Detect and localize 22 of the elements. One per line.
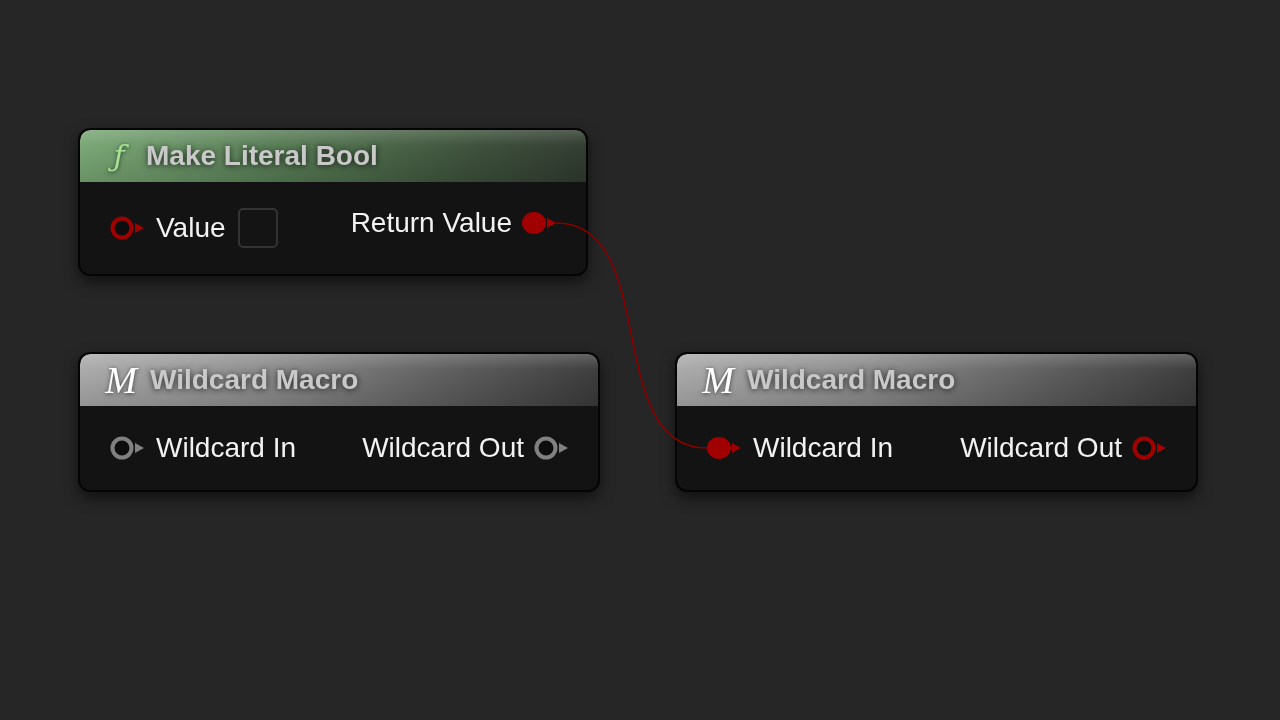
blueprint-node[interactable]: M Wildcard Macro Wildcard In Wildcard Out bbox=[78, 352, 600, 492]
pin-label: Return Value bbox=[350, 209, 512, 237]
pin-label: Wildcard Out bbox=[362, 434, 524, 462]
node-title: Wildcard Macro bbox=[150, 366, 359, 394]
pin-icon[interactable] bbox=[534, 435, 568, 461]
pin-label: Wildcard Out bbox=[960, 434, 1122, 462]
blueprint-node[interactable]: ƒ Make Literal Bool Value Return Value bbox=[78, 128, 588, 276]
pin-label: Wildcard In bbox=[753, 434, 894, 462]
function-icon: ƒ bbox=[104, 141, 134, 171]
macro-icon: M bbox=[701, 361, 735, 399]
pin-label: Wildcard In bbox=[156, 434, 297, 462]
node-title: Make Literal Bool bbox=[146, 142, 378, 170]
value-checkbox[interactable] bbox=[237, 208, 278, 248]
node-title: Wildcard Macro bbox=[747, 366, 956, 394]
pin-icon[interactable] bbox=[110, 435, 144, 461]
pin-icon[interactable] bbox=[707, 435, 741, 461]
pin-label: Value bbox=[156, 214, 226, 242]
blueprint-node[interactable]: M Wildcard Macro Wildcard In Wildcard Out bbox=[675, 352, 1198, 492]
pin-icon[interactable] bbox=[522, 210, 556, 236]
pin-icon[interactable] bbox=[110, 215, 144, 241]
pin-icon[interactable] bbox=[1132, 435, 1166, 461]
macro-icon: M bbox=[104, 361, 138, 399]
